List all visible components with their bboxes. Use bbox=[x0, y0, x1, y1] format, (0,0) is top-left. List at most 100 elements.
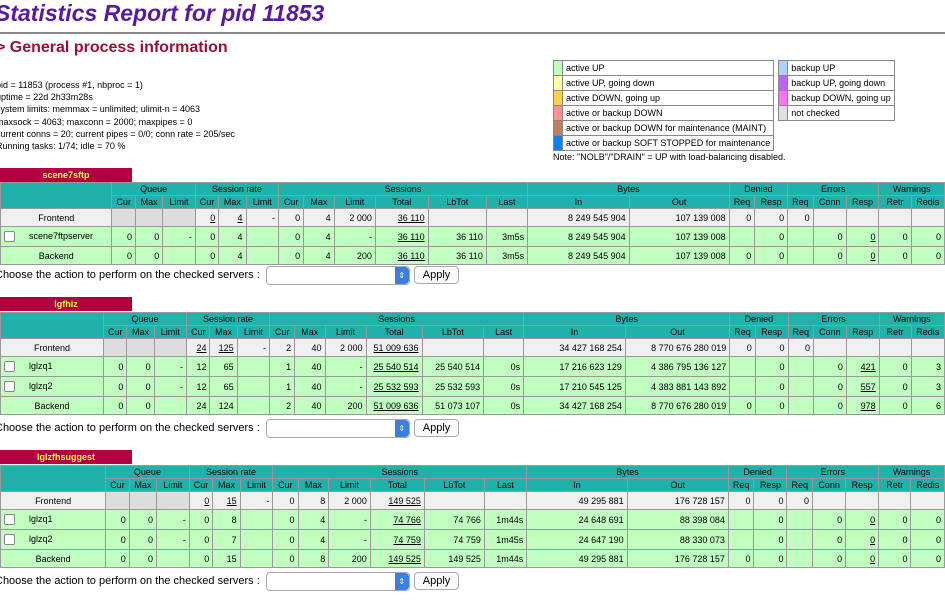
row-name: scene7ftpserver bbox=[0, 226, 113, 247]
legend-swatch bbox=[553, 120, 563, 136]
table-row[interactable]: lglzq1 0 0-0 8 0 4-74 766 74 766 1m44s 24 648 69… bbox=[0, 509, 945, 530]
table-cell: 4 bbox=[218, 246, 247, 265]
header-col: Req bbox=[787, 195, 814, 209]
action-label: Choose the action to perform on the chec… bbox=[0, 422, 260, 434]
table-cell: 0 bbox=[787, 208, 814, 227]
table-cell: - bbox=[324, 356, 367, 377]
table-cell: 0 bbox=[134, 226, 164, 247]
table-cell: 0 bbox=[188, 529, 214, 550]
server-name[interactable]: lglzq2 bbox=[29, 534, 53, 544]
table-row[interactable]: lglzq1 0 0-12 65 1 40-25 540 514 25 540 514 0s 1… bbox=[0, 356, 945, 377]
table-row[interactable]: scene7ftpserver 0 0-0 4 0 4-36 110 36 110 3m5s 8… bbox=[0, 226, 945, 247]
table-cell: 25 540 514 bbox=[421, 356, 485, 377]
table-cell bbox=[485, 208, 529, 227]
header-col: Cur bbox=[272, 478, 299, 492]
server-checkbox[interactable] bbox=[4, 231, 15, 243]
server-name[interactable]: lglzq1 bbox=[29, 361, 53, 371]
table-cell: 2 000 bbox=[333, 208, 376, 227]
apply-button[interactable]: Apply bbox=[413, 266, 460, 284]
table-cell: 0 bbox=[102, 356, 128, 377]
table-cell: 200 bbox=[324, 396, 367, 415]
table-cell bbox=[427, 208, 487, 227]
table-cell: 149 525 bbox=[423, 549, 485, 568]
header-col: Max bbox=[126, 325, 155, 339]
table-cell bbox=[787, 246, 814, 265]
table-cell: 0 bbox=[754, 376, 789, 397]
legend-row: active or backup SOFT STOPPED for mainte… bbox=[553, 135, 895, 151]
table-row[interactable]: lglzq2 0 0-12 65 1 40-25 532 593 25 532 593 0s 1… bbox=[0, 376, 945, 397]
header-col: Total bbox=[369, 478, 425, 492]
row-name: Frontend bbox=[0, 491, 107, 510]
server-checkbox[interactable] bbox=[4, 534, 15, 546]
info-pid: pid = 11853 (process #1, nbproc = 1) bbox=[0, 80, 143, 90]
legend-label: active or backup DOWN bbox=[561, 105, 775, 121]
table-cell bbox=[236, 396, 271, 415]
info-tasks: Running tasks: 1/74; idle = 70 % bbox=[0, 141, 126, 152]
header-col: Total bbox=[365, 325, 423, 339]
table-cell: 0 bbox=[126, 356, 155, 377]
server-checkbox[interactable] bbox=[4, 514, 15, 526]
table-cell: 74 759 bbox=[423, 529, 485, 550]
header-col: Req bbox=[787, 325, 814, 339]
table-cell: 25 532 593 bbox=[421, 376, 485, 397]
table-cell bbox=[236, 376, 271, 397]
legend-swatch bbox=[553, 60, 563, 76]
legend-note: Note: "NOLB"/"DRAIN" = UP with load-bala… bbox=[553, 152, 786, 162]
legend-swatch bbox=[553, 75, 563, 91]
table-row[interactable]: lglzq2 0 0-0 7 0 4-74 759 74 759 1m45s 24 647 19… bbox=[0, 529, 945, 550]
chevron-updown-icon: ⇕ bbox=[394, 266, 409, 284]
table-cell: 0 bbox=[126, 376, 155, 397]
server-name[interactable]: lglzq2 bbox=[29, 381, 53, 391]
table-cell: 8 249 545 904 bbox=[527, 226, 630, 247]
legend-label: backup UP bbox=[787, 60, 895, 76]
header-col: Total bbox=[374, 195, 429, 209]
header-col: Cur bbox=[277, 195, 305, 209]
process-info: pid = 11853 (process #1, nbproc = 1) upt… bbox=[0, 79, 235, 152]
legend-row: active or backup DOWN not checked bbox=[553, 105, 895, 121]
table-cell bbox=[786, 549, 814, 568]
table-cell bbox=[239, 529, 274, 550]
header-col: Redis bbox=[910, 325, 945, 339]
table-cell: 0 bbox=[727, 549, 755, 568]
table-cell: 0s bbox=[483, 356, 525, 377]
server-checkbox[interactable] bbox=[4, 381, 15, 393]
table-cell: 2 bbox=[269, 396, 296, 415]
table-cell: 0 bbox=[878, 509, 912, 530]
table-cell: 88 330 073 bbox=[626, 529, 729, 550]
action-select[interactable]: ⇕ bbox=[265, 265, 410, 285]
header-sub: Cur Max Limit Cur Max Limit Cur Max Limit Total Lb… bbox=[1, 325, 945, 339]
table-cell: 0s bbox=[483, 376, 525, 397]
table-cell: 36 110 bbox=[374, 208, 429, 227]
header-group: Queue bbox=[102, 312, 188, 326]
server-checkbox[interactable] bbox=[4, 361, 15, 373]
header-group: Warnings bbox=[878, 312, 945, 326]
action-select[interactable]: ⇕ bbox=[265, 571, 410, 591]
server-name[interactable]: scene7ftpserver bbox=[29, 231, 93, 241]
table-cell: 4 386 795 136 127 bbox=[624, 356, 731, 377]
table-cell: 8 bbox=[297, 491, 330, 510]
table-cell bbox=[845, 338, 880, 357]
table-cell: 0 bbox=[812, 509, 847, 530]
header-col: Redis bbox=[910, 478, 945, 492]
header-col: Redis bbox=[910, 195, 945, 209]
proxy-name-lgfhiz: lgfhiz bbox=[0, 297, 132, 311]
table-cell: 34 427 168 254 bbox=[523, 396, 626, 415]
apply-button[interactable]: Apply bbox=[413, 419, 460, 437]
table-cell: 107 139 008 bbox=[628, 226, 730, 247]
legend-swatch bbox=[553, 105, 563, 121]
header-col: Limit bbox=[324, 325, 367, 339]
table-cell: 0 bbox=[845, 246, 880, 265]
action-select[interactable]: ⇕ bbox=[265, 418, 410, 438]
row-name: lglzq1 bbox=[0, 356, 104, 377]
table-row: Backend 0 0 0 15 0 8 200 149 525 149 525 1m44s 49 2… bbox=[0, 549, 945, 568]
apply-button[interactable]: Apply bbox=[413, 572, 460, 590]
table-cell: 557 bbox=[845, 376, 880, 397]
table-cell: 0 bbox=[878, 376, 912, 397]
header-groups: Queue Session rate Sessions Bytes Denied Erro… bbox=[0, 182, 945, 209]
header-group: Session rate bbox=[194, 182, 280, 196]
table-cell bbox=[787, 376, 814, 397]
table-cell: 8 770 676 280 019 bbox=[624, 396, 731, 415]
table-cell: 421 bbox=[845, 356, 880, 377]
server-name[interactable]: lglzq1 bbox=[29, 514, 53, 524]
header-col: Limit bbox=[333, 195, 376, 209]
